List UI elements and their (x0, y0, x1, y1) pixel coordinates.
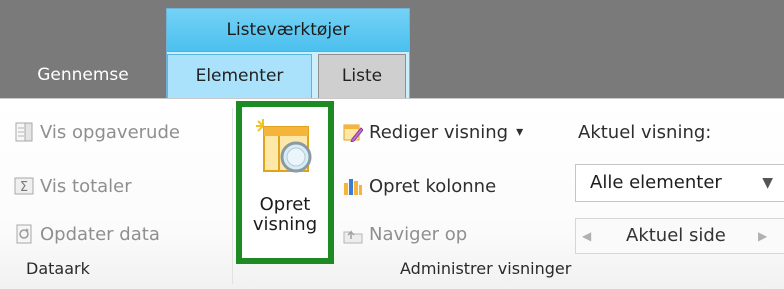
current-view-value: Alle elementer (590, 172, 722, 193)
modify-view-icon (343, 122, 364, 143)
create-view-button[interactable]: Opret visning (236, 101, 334, 264)
group-separator (232, 108, 233, 284)
create-column-label: Opret kolonne (369, 175, 497, 197)
create-view-icon (254, 117, 316, 179)
tab-browse[interactable]: Gennemse (0, 54, 166, 98)
task-pane-icon (14, 122, 34, 142)
create-view-label-line1: Opret (259, 194, 311, 215)
modify-view-label: Rediger visning (369, 121, 509, 143)
refresh-icon (14, 224, 34, 244)
create-column-icon (343, 176, 363, 196)
navigate-up-icon (343, 224, 363, 244)
navigate-up-button[interactable]: Naviger op (343, 219, 467, 249)
next-page-icon[interactable]: ▶ (758, 219, 767, 253)
current-view-select[interactable]: Alle elementer ▼ (575, 164, 784, 202)
datasheet-group-label: Dataark (26, 259, 90, 278)
tab-list[interactable]: Liste (318, 54, 406, 98)
current-view-label: Aktuel visning: (578, 121, 712, 143)
show-task-pane-button[interactable]: Vis opgaverude (14, 117, 180, 147)
current-page-control: ◀ Aktuel side ▶ (575, 218, 784, 254)
manage-views-group-label: Administrer visninger (400, 259, 572, 278)
show-totals-button[interactable]: Σ Vis totaler (14, 171, 132, 201)
show-totals-label: Vis totaler (40, 175, 132, 197)
navigate-up-label: Naviger op (369, 223, 468, 245)
refresh-data-button[interactable]: Opdater data (14, 219, 160, 249)
svg-text:Σ: Σ (20, 180, 28, 195)
current-page-label: Aktuel side (626, 225, 726, 246)
create-column-button[interactable]: Opret kolonne (343, 171, 496, 201)
refresh-data-label: Opdater data (40, 223, 160, 245)
create-view-label: Opret visning (242, 195, 328, 235)
show-task-pane-label: Vis opgaverude (40, 121, 180, 143)
dropdown-arrow-icon: ▼ (762, 175, 773, 191)
chevron-down-icon: ▾ (516, 124, 524, 140)
previous-page-icon[interactable]: ◀ (582, 219, 591, 253)
modify-view-button[interactable]: Rediger visning ▾ (343, 117, 523, 147)
context-group-title: Listeværktøjer (167, 9, 409, 52)
tab-items[interactable]: Elementer (167, 54, 312, 98)
create-view-label-line2: visning (252, 214, 318, 235)
sigma-icon: Σ (14, 176, 34, 196)
